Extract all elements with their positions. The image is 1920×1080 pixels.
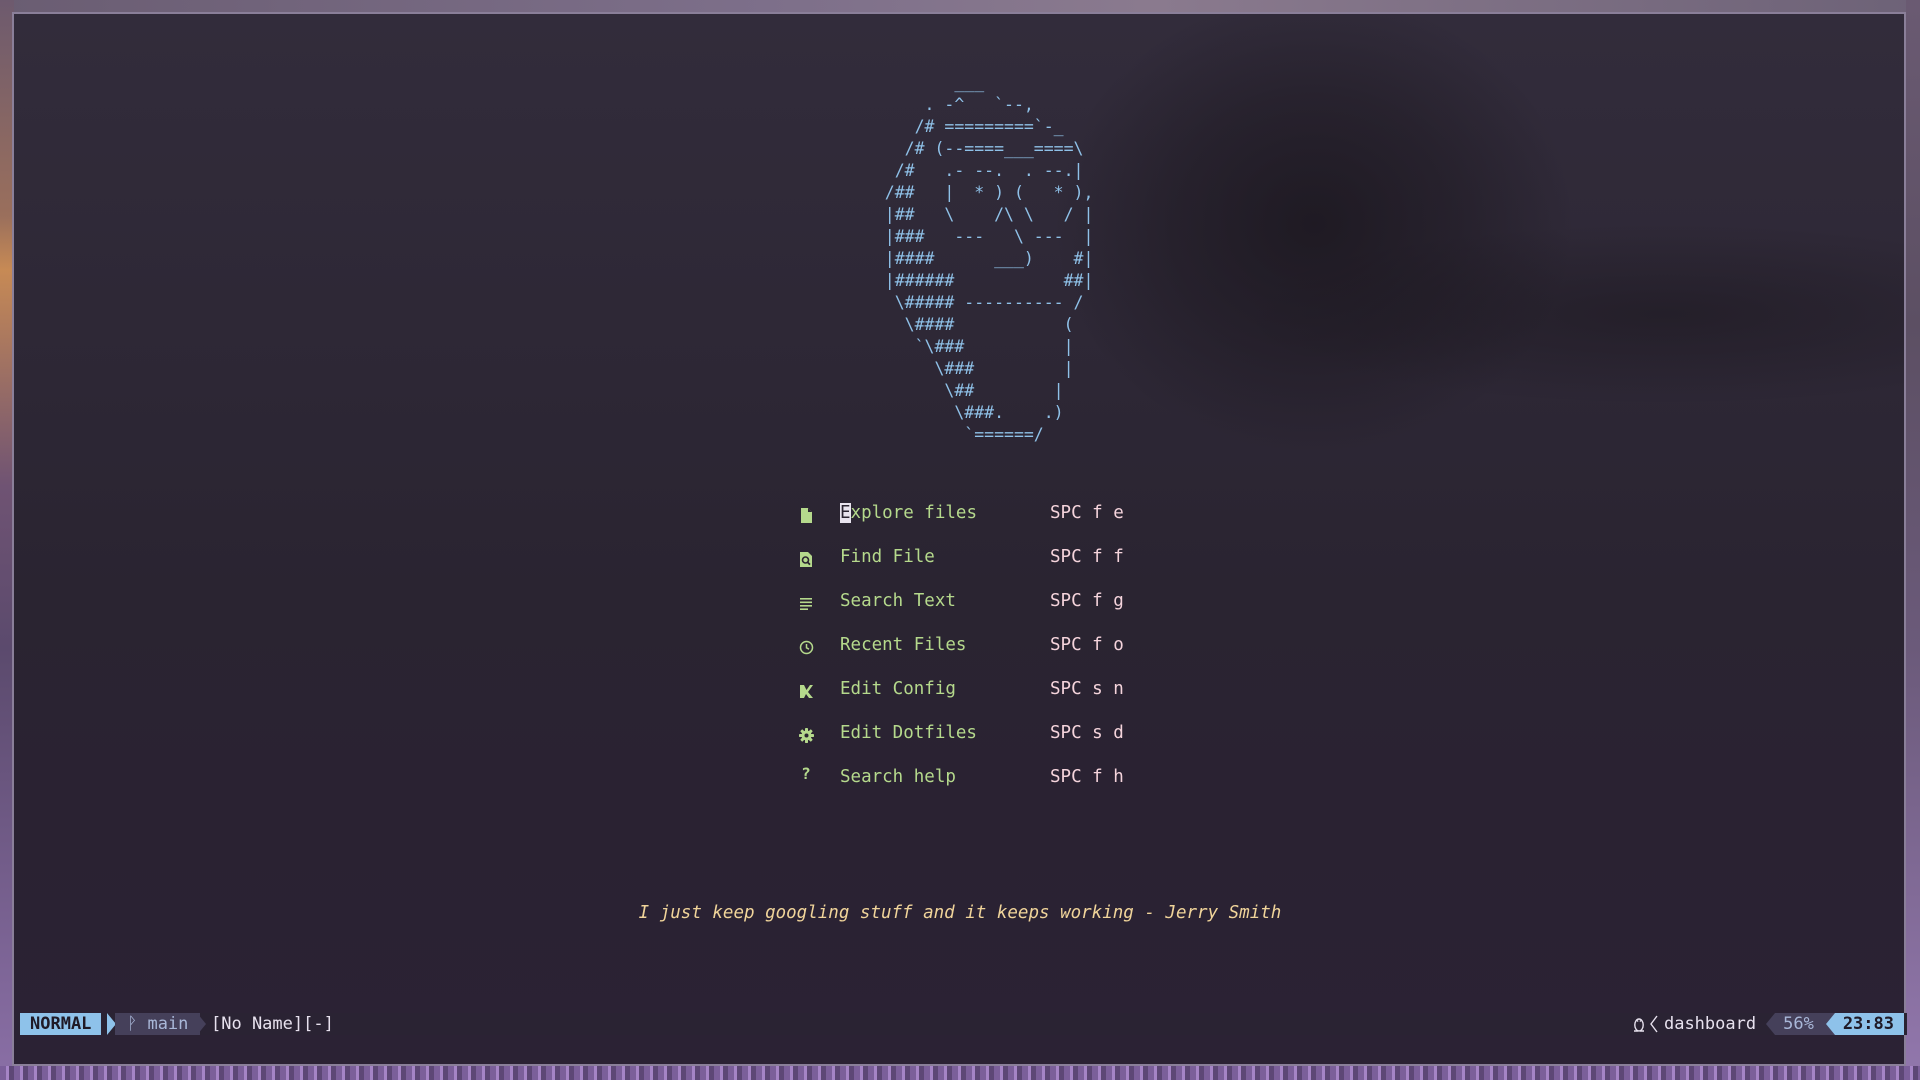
statusline: NORMAL ᚹ main [No Name][-] dashboard 56%… <box>17 1013 1907 1035</box>
wallpaper-bottom-edge <box>0 1066 1920 1080</box>
menu-item-find-file[interactable]: Find File SPC f f <box>798 546 1158 590</box>
question-icon: ? <box>801 764 811 783</box>
dashboard-ascii-art: ___ . -^ `--, /# =========`-_ /# (--====… <box>884 73 1094 444</box>
percent-separator <box>1766 1013 1776 1035</box>
clock-time: 23:83 <box>1834 1013 1904 1035</box>
cursor-block: E <box>840 503 851 523</box>
dashboard-quote: I just keep googling stuff and it keeps … <box>638 903 1282 923</box>
file-icon <box>798 507 814 523</box>
mode-indicator: NORMAL <box>20 1013 102 1035</box>
menu-item-recent-files[interactable]: Recent Files SPC f o <box>798 634 1158 678</box>
menu-item-edit-config[interactable]: Edit Config SPC s n <box>798 678 1158 722</box>
menu-item-shortcut: SPC f h <box>1050 767 1124 787</box>
menu-item-label: Edit Config <box>840 679 956 699</box>
menu-item-shortcut: SPC s d <box>1050 723 1124 743</box>
text-lines-icon <box>798 595 814 611</box>
gear-icon <box>798 727 814 743</box>
buffer-filename: [No Name][-] <box>211 1014 334 1034</box>
git-branch-icon: ᚹ <box>127 1014 138 1034</box>
git-branch-segment[interactable]: ᚹ main <box>115 1013 201 1035</box>
menu-item-label: Recent Files <box>840 635 967 655</box>
menu-item-label: Search Text <box>840 591 956 611</box>
menu-item-shortcut: SPC s n <box>1050 679 1124 699</box>
time-separator <box>1825 1013 1835 1035</box>
statusline-right: dashboard 56% 23:83 <box>1630 1013 1904 1035</box>
menu-item-shortcut: SPC f g <box>1050 591 1124 611</box>
find-file-icon <box>798 551 814 567</box>
menu-item-shortcut: SPC f e <box>1050 503 1124 523</box>
branch-separator <box>197 1013 206 1035</box>
clock-icon <box>798 639 814 655</box>
filetype: dashboard <box>1663 1014 1757 1034</box>
menu-item-label: Explore files <box>840 502 977 524</box>
menu-item-label: Search help <box>840 767 956 787</box>
edit-config-icon <box>798 683 814 699</box>
thin-separator-icon <box>1650 1013 1658 1035</box>
dashboard-menu: Explore files SPC f e Find File SPC f f … <box>798 502 1158 810</box>
menu-item-shortcut: SPC f f <box>1050 547 1124 567</box>
menu-item-shortcut: SPC f o <box>1050 635 1124 655</box>
menu-item-search-help[interactable]: ? Search help SPC f h <box>798 764 1158 810</box>
git-branch-name: main <box>147 1014 189 1034</box>
menu-item-explore-files[interactable]: Explore files SPC f e <box>798 502 1158 546</box>
scroll-percent: 56% <box>1775 1013 1826 1035</box>
menu-item-label: Edit Dotfiles <box>840 723 977 743</box>
menu-item-label-rest: xplore files <box>850 503 977 523</box>
menu-item-label: Find File <box>840 547 935 567</box>
menu-item-edit-dotfiles[interactable]: Edit Dotfiles SPC s d <box>798 722 1158 766</box>
linux-penguin-icon <box>1630 1013 1648 1035</box>
menu-item-search-text[interactable]: Search Text SPC f g <box>798 590 1158 634</box>
